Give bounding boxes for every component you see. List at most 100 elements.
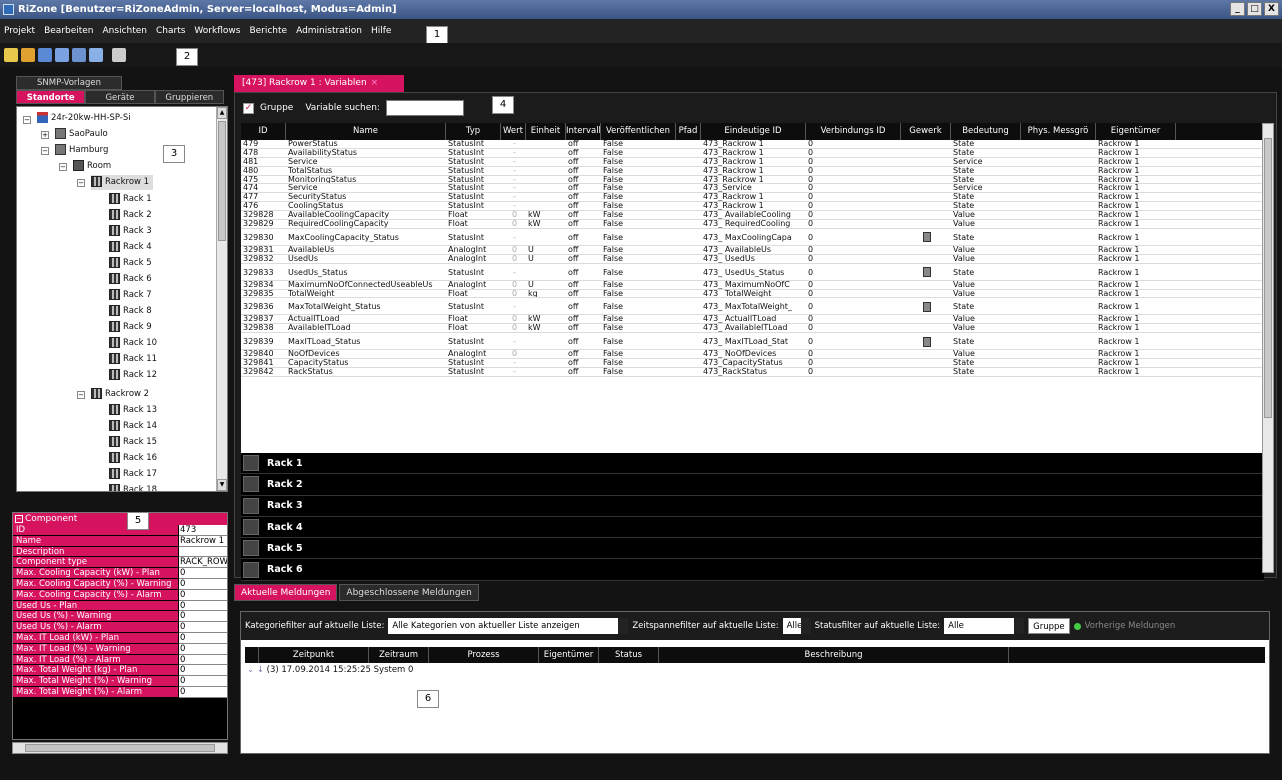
table-row[interactable]: 329832 UsedUs AnalogInt 0 Uoff False 473_ Used… (241, 255, 1264, 264)
property-row[interactable]: Max. Cooling Capacity (%) - Alarm 0 (13, 589, 227, 601)
tab-gruppieren[interactable]: Gruppieren (154, 90, 224, 104)
zeitspanne-filter-select[interactable]: Alle (782, 618, 811, 634)
property-row[interactable]: Max. Cooling Capacity (%) - Warning 0 (13, 578, 227, 590)
chevron-down-icon[interactable] (618, 618, 629, 634)
tree-node-saopaulo[interactable]: SaoPaulo (55, 127, 108, 142)
property-row[interactable]: Max. Total Weight (kg) - Plan 0 (13, 665, 227, 677)
property-row[interactable]: ID 473 (13, 525, 227, 536)
property-value[interactable]: 473 (179, 525, 227, 536)
column-header[interactable]: Einheit (526, 123, 566, 140)
gruppe-checkbox[interactable]: ✓ (243, 102, 254, 114)
table-row[interactable]: 476 CoolingStatus StatusInt - off False 473_Ra… (241, 202, 1264, 212)
close-button[interactable]: X (1264, 2, 1279, 16)
group-row[interactable]: Rack 5 (241, 538, 1264, 560)
scroll-thumb[interactable] (218, 121, 226, 241)
group-row[interactable]: Rack 1 (241, 453, 1264, 475)
property-row[interactable]: Name Rackrow 1 (13, 535, 227, 547)
tree-node-rack[interactable]: Rack 4 (109, 240, 152, 255)
group-row[interactable]: Rack 2 (241, 474, 1264, 496)
expand-group-icon[interactable] (243, 540, 259, 557)
tree-node-rack[interactable]: Rack 11 (109, 352, 157, 367)
tab-standorte[interactable]: Standorte (16, 90, 86, 104)
kategorie-filter-select[interactable]: Alle Kategorien von aktueller Liste anze… (388, 618, 629, 634)
table-row[interactable]: 329831 AvailableUs AnalogInt 0 Uoff False 473_… (241, 246, 1264, 255)
property-value[interactable]: 0 (179, 589, 227, 601)
tree-node-hamburg[interactable]: Hamburg (55, 143, 108, 158)
menu-berichte[interactable]: Berichte (249, 26, 287, 36)
tree-node-root[interactable]: 24r-20kw-HH-SP-Si (37, 111, 131, 126)
status-filter-select[interactable]: Alle (944, 618, 1025, 634)
tree-node-rackrow-2[interactable]: Rackrow 2 (91, 387, 149, 402)
table-row[interactable]: 329829 RequiredCoolingCapacity Float 0 kW off… (241, 220, 1264, 229)
menu-bearbeiten[interactable]: Bearbeiten (44, 26, 93, 36)
collapse-toggle[interactable]: − (59, 163, 67, 171)
minimize-button[interactable]: _ (1230, 2, 1245, 16)
property-value[interactable]: 0 (179, 632, 227, 644)
expand-icon[interactable]: ⌄ ↓ (247, 665, 267, 675)
property-row[interactable]: Used Us (%) - Alarm 0 (13, 622, 227, 633)
scroll-thumb[interactable] (1264, 138, 1272, 418)
gruppe-button[interactable]: Gruppe (1028, 618, 1070, 634)
column-header[interactable]: Zeitraum (369, 647, 429, 663)
property-value[interactable]: Rackrow 1 (179, 535, 227, 547)
property-row[interactable]: Component type RACK_ROW (13, 557, 227, 569)
vorherige-meldungen-button[interactable]: Vorherige Meldungen (1073, 621, 1175, 631)
property-value[interactable]: 0 (179, 622, 227, 633)
chevron-down-icon[interactable] (800, 618, 811, 634)
property-value[interactable]: 0 (179, 611, 227, 623)
collapse-icon[interactable]: − (15, 515, 23, 523)
table-row[interactable]: 329830 MaxCoolingCapacity_Status StatusInt… (241, 229, 1264, 246)
property-value[interactable] (179, 546, 227, 558)
properties-hscrollbar[interactable] (12, 742, 228, 754)
property-row[interactable]: Used Us (%) - Warning 0 (13, 611, 227, 623)
scroll-down-icon[interactable]: ▼ (217, 479, 227, 491)
expand-group-icon[interactable] (243, 519, 259, 536)
property-row[interactable]: Used Us - Plan 0 (13, 600, 227, 612)
tree-node-rack[interactable]: Rack 16 (109, 451, 157, 466)
sync-icon[interactable] (89, 48, 103, 62)
column-header[interactable]: Status (599, 647, 659, 663)
tree-node-rack[interactable]: Rack 13 (109, 403, 157, 418)
column-header[interactable]: Typ (446, 123, 501, 140)
column-header[interactable]: Eigentümer (1096, 123, 1176, 140)
table-row[interactable]: 329837 ActualITLoad Float 0 kW off False 473_ A… (241, 315, 1264, 325)
column-header[interactable]: ID (241, 123, 286, 140)
tree-node-room[interactable]: Room (73, 159, 111, 174)
tab-rackrow-variablen[interactable]: [473] Rackrow 1 : Variablen × (234, 75, 404, 92)
column-header[interactable]: Eindeutige ID (701, 123, 806, 140)
export-icon[interactable] (55, 48, 69, 62)
menu-workflows[interactable]: Workflows (194, 26, 240, 36)
tree-node-rack[interactable]: Rack 8 (109, 304, 152, 319)
tab-snmp-vorlagen[interactable]: SNMP-Vorlagen (16, 76, 122, 90)
open-icon[interactable] (21, 48, 35, 62)
collapse-toggle[interactable]: − (23, 116, 31, 124)
table-row[interactable]: 478 AvailabilityStatus StatusInt - off False 4… (241, 149, 1264, 158)
column-header[interactable]: Verbindungs ID (806, 123, 901, 140)
message-row[interactable]: ⌄ ↓ (3) 17.09.2014 15:25:25 System 0 (247, 664, 413, 676)
property-row[interactable]: Max. Total Weight (%) - Warning 0 (13, 676, 227, 687)
import-icon[interactable] (72, 48, 86, 62)
column-header[interactable]: Name (286, 123, 446, 140)
group-row[interactable]: Rack 6 (241, 559, 1264, 581)
column-header[interactable]: Prozess (429, 647, 539, 663)
table-row[interactable]: 329842 RackStatus StatusInt - off False 473_Ra… (241, 368, 1264, 377)
property-value[interactable]: 0 (179, 686, 227, 698)
table-row[interactable]: 329835 TotalWeight Float 0 kg off False 473_ To… (241, 290, 1264, 299)
properties-header[interactable]: − Component (13, 513, 227, 525)
table-row[interactable]: 329834 MaximumNoOfConnectedUseableUs Analo… (241, 281, 1264, 290)
table-row[interactable]: 477 SecurityStatus StatusInt - off False 473_R… (241, 193, 1264, 203)
property-row[interactable]: Description (13, 546, 227, 558)
grid-scrollbar[interactable] (1262, 123, 1274, 573)
group-row[interactable]: Rack 3 (241, 495, 1264, 517)
column-header[interactable]: Zeitpunkt (259, 647, 369, 663)
column-header[interactable]: Beschreibung (659, 647, 1009, 663)
tab-abgeschlossene-meldungen[interactable]: Abgeschlossene Meldungen (339, 584, 479, 601)
new-icon[interactable] (4, 48, 18, 62)
tree-node-rack[interactable]: Rack 3 (109, 224, 152, 239)
property-value[interactable]: 0 (179, 578, 227, 590)
column-header[interactable]: Intervall (566, 123, 601, 140)
tree-node-rackrow-1[interactable]: Rackrow 1 (91, 175, 154, 190)
table-row[interactable]: 475 MonitoringStatus StatusInt - off False 473… (241, 176, 1264, 185)
property-row[interactable]: Max. Total Weight (%) - Alarm 0 (13, 686, 227, 698)
table-row[interactable]: 329836 MaxTotalWeight_Status StatusInt - off… (241, 298, 1264, 316)
